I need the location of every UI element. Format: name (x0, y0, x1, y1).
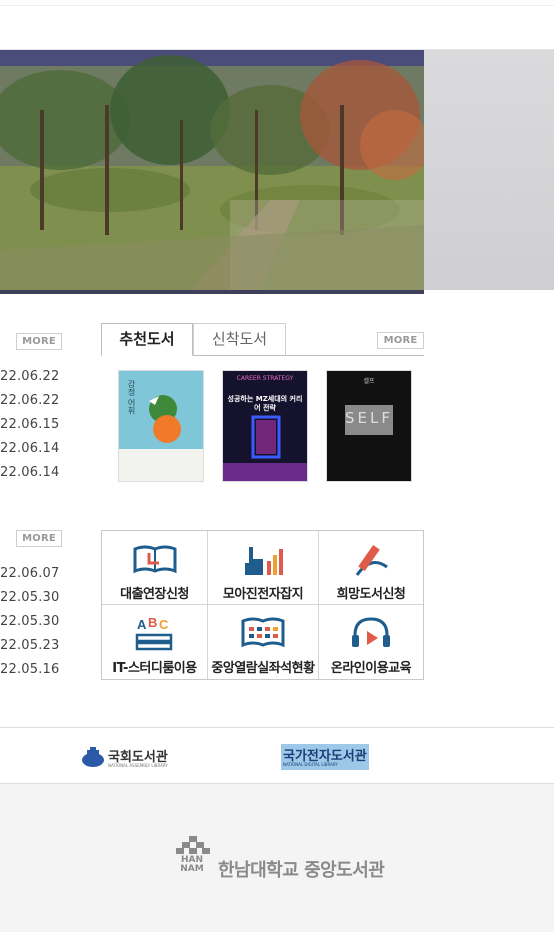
nal-sub-label: NATIONAL ASSEMBLY LIBRARY (108, 763, 168, 768)
service-book-request[interactable]: 희망도서신청 (319, 531, 423, 605)
event-date-2: 22.05.30 (0, 590, 60, 605)
ndl-sub-label: NATIONAL DIGITAL LIBRARY (283, 762, 338, 767)
event-date-1: 22.06.07 (0, 566, 60, 581)
notice-date-5: 22.06.14 (0, 465, 60, 480)
hannam-logo-mark-icon (176, 836, 210, 854)
event-date-3: 22.05.30 (0, 614, 60, 629)
service-label: IT-스터디룸이용 (112, 661, 197, 676)
book-cover-2-title: 성공하는 MZ세대의 커리어 전략 (227, 395, 303, 412)
notice-more-button[interactable]: MORE (16, 333, 62, 350)
notice-date-2: 22.06.22 (0, 393, 60, 408)
service-label: 모아진전자잡지 (222, 587, 304, 602)
tab-recommended-books[interactable]: 추천도서 (101, 323, 193, 356)
book-clock-icon (133, 545, 176, 574)
books-more-button[interactable]: MORE (377, 332, 424, 349)
hand-chart-icon (245, 547, 283, 575)
book-cover-3-top-text: 셀프 (363, 378, 375, 385)
service-loan-extension[interactable]: 대출연장신청 (102, 531, 208, 605)
svg-text:A: A (137, 617, 147, 632)
hero-side-panel (424, 50, 554, 290)
abc-books-icon: A B C (135, 615, 172, 651)
events-more-button[interactable]: MORE (16, 530, 62, 547)
service-label: 희망도서신청 (336, 587, 406, 602)
service-label: 온라인이용교육 (330, 661, 412, 676)
top-header-bar (0, 0, 554, 50)
book-cover-2-top-text: CAREER STRATEGY (236, 375, 294, 382)
book-cover-2-art (223, 371, 307, 481)
headphones-icon (352, 617, 390, 647)
national-digital-library-link[interactable]: 국가전자도서관 NATIONAL DIGITAL LIBRARY (281, 744, 369, 770)
hannam-logo: HAN NAM (176, 836, 210, 876)
notice-date-3: 22.06.15 (0, 417, 60, 432)
national-assembly-logo-icon (82, 747, 104, 767)
seat-book-icon (241, 617, 285, 648)
service-online-education[interactable]: 온라인이용교육 (319, 605, 423, 679)
tab-new-books[interactable]: 신착도서 (193, 323, 286, 356)
svg-text:C: C (159, 617, 169, 632)
service-grid: 대출연장신청 모아진전자잡지 희망도서신청 A B C IT-스터디룸이용 중앙… (101, 530, 424, 680)
notice-date-1: 22.06.22 (0, 369, 60, 384)
library-name: 한남대학교 중앙도서관 (218, 860, 385, 881)
book-cover-2[interactable]: CAREER STRATEGY 성공하는 MZ세대의 커리어 전략 (222, 370, 308, 482)
hero-landscape-illustration (0, 55, 424, 290)
pencil-icon (355, 545, 388, 576)
partner-links-bar: 국회도서관 NATIONAL ASSEMBLY LIBRARY 국가전자도서관 … (0, 727, 554, 784)
hannam-logo-text: HAN NAM (180, 855, 204, 874)
service-label: 중앙열람실좌석현황 (211, 661, 315, 676)
national-assembly-library-link[interactable]: 국회도서관 NATIONAL ASSEMBLY LIBRARY (81, 746, 181, 772)
svg-text:B: B (148, 615, 157, 630)
book-cover-3-title: SELF (345, 409, 393, 427)
notice-date-4: 22.06.14 (0, 441, 60, 456)
service-reading-room-seats[interactable]: 중앙열람실좌석현황 (208, 605, 319, 679)
hero-banner-image[interactable] (0, 50, 424, 294)
site-footer: HAN NAM 한남대학교 중앙도서관 (0, 784, 554, 932)
service-label: 대출연장신청 (120, 587, 189, 602)
event-date-5: 22.05.16 (0, 662, 60, 677)
header-divider (0, 5, 554, 6)
service-study-room[interactable]: A B C IT-스터디룸이용 (102, 605, 208, 679)
book-cover-3[interactable]: 셀프 SELF (326, 370, 412, 482)
service-e-magazine[interactable]: 모아진전자잡지 (208, 531, 319, 605)
book-cover-1-title: 감정 어휘 (127, 380, 136, 415)
event-date-4: 22.05.23 (0, 638, 60, 653)
